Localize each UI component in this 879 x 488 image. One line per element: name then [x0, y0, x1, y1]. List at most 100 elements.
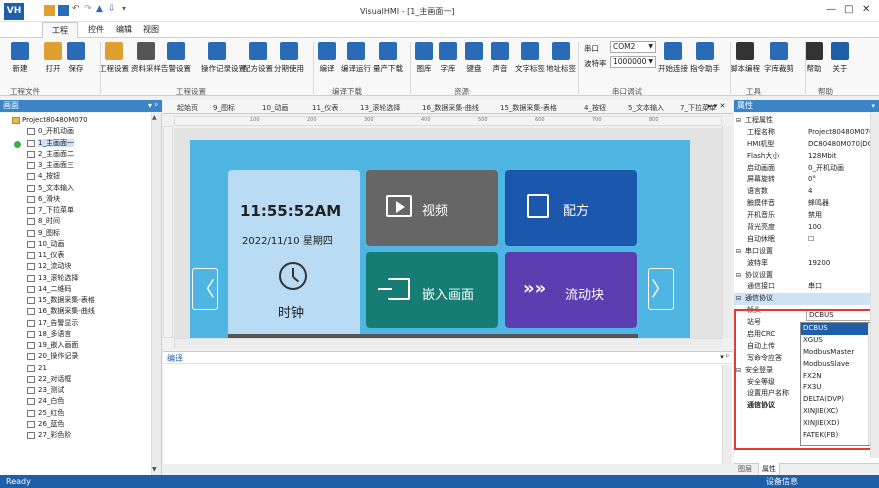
pin-icon[interactable]: ▾ ᵖ — [148, 100, 158, 112]
tree-item[interactable]: 1_主画面一 — [0, 138, 161, 149]
download-quick-icon[interactable]: ⇩ — [108, 4, 116, 14]
flow-block-button[interactable]: »» 流动块 — [505, 252, 637, 328]
compile-quick-icon[interactable]: ▲ — [96, 4, 103, 14]
clock-widget[interactable]: 11:55:52AM 2022/11/10 星期四 时钟 — [228, 170, 360, 338]
prop-row[interactable]: 语言数 4 — [734, 186, 879, 198]
customize-toolbar-icon[interactable]: ▾ — [122, 4, 126, 13]
scroll-down-icon[interactable]: ▼ — [152, 466, 157, 473]
canvas-vscroll[interactable] — [722, 126, 732, 338]
prop-row[interactable]: ⊟ 工程属性 — [734, 115, 879, 127]
tree-item[interactable]: 7_下拉菜单 — [0, 205, 161, 216]
redo-icon[interactable]: ↷ — [84, 4, 92, 14]
recipe-button[interactable]: 配方 — [505, 170, 637, 246]
page-tab[interactable]: 起始页 — [177, 103, 198, 113]
pin-icon[interactable]: ▾ ᵖ — [720, 353, 729, 361]
page-tab[interactable]: 10_动画 — [262, 103, 288, 113]
video-button[interactable]: 视频 — [366, 170, 498, 246]
tree-item[interactable]: 26_蓝色 — [0, 419, 161, 430]
ribbon-button-7[interactable]: 配方设置 — [242, 42, 274, 74]
prop-row[interactable]: 通信接口 串口 — [734, 281, 879, 293]
tree-item[interactable]: 6_滑块 — [0, 194, 161, 205]
tree-item[interactable]: 8_时间 — [0, 216, 161, 227]
tree-item[interactable]: 17_告警显示 — [0, 318, 161, 329]
tree-item[interactable]: 14_二维码 — [0, 284, 161, 295]
tab-layers[interactable]: 图层 — [738, 464, 752, 474]
prop-row[interactable]: 波特率 19200 — [734, 258, 879, 270]
scroll-up-icon[interactable]: ▲ — [152, 114, 157, 121]
undo-icon[interactable]: ↶ — [72, 4, 80, 14]
close-button[interactable]: ✕ — [862, 4, 870, 15]
save-icon[interactable] — [58, 5, 69, 16]
embed-screen-button[interactable]: 嵌入画面 — [366, 252, 498, 328]
tab-controls[interactable]: 控件 — [88, 24, 104, 35]
prop-row[interactable]: 工程名称 Project80480M070 — [734, 127, 879, 139]
tree-item[interactable]: 13_滚轮选择 — [0, 273, 161, 284]
tree-item[interactable]: 3_主画面三 — [0, 160, 161, 171]
ribbon-button-21[interactable]: 字库裁剪 — [763, 42, 795, 74]
ribbon-button-5[interactable]: 告警设置 — [160, 42, 192, 74]
tree-item[interactable]: 15_数据采集-表格 — [0, 295, 161, 306]
tree-item[interactable]: 20_操作记录 — [0, 351, 161, 362]
page-tab[interactable]: 4_按钮 — [584, 103, 606, 113]
tree-item[interactable]: 19_嵌入画面 — [0, 340, 161, 351]
tree-item[interactable]: 24_白色 — [0, 396, 161, 407]
ribbon-button-11[interactable]: 量产下载 — [372, 42, 404, 74]
ribbon-button-0[interactable]: 新建 — [4, 42, 36, 74]
tree-item[interactable]: 23_测试 — [0, 385, 161, 396]
tree-item[interactable]: 12_流动块 — [0, 261, 161, 272]
tree-item[interactable]: 0_开机动画 — [0, 126, 161, 137]
page-tab[interactable]: 9_图标 — [213, 103, 235, 113]
open-icon[interactable] — [44, 5, 55, 16]
prop-row[interactable]: ⊟ 串口设置 — [734, 246, 879, 258]
next-page-button[interactable]: 〉 — [648, 268, 674, 310]
tree-item[interactable]: 2_主画面二 — [0, 149, 161, 160]
prop-row[interactable]: 背光亮度 100 — [734, 222, 879, 234]
maximize-button[interactable]: □ — [844, 4, 853, 15]
compile-scrollbar[interactable] — [722, 365, 732, 464]
minimize-button[interactable]: — — [826, 4, 836, 15]
prop-row[interactable]: HMI机型 DC80480M070|DC8 — [734, 139, 879, 151]
ribbon-button-16[interactable]: 文字标签 — [514, 42, 546, 74]
page-tab[interactable]: 11_仪表 — [312, 103, 338, 113]
port-select[interactable]: COM2 ▼ — [610, 41, 656, 53]
prop-row[interactable]: 开机音乐 禁用 — [734, 210, 879, 222]
page-tab[interactable]: 13_滚轮选择 — [360, 103, 400, 113]
page-tab[interactable]: 5_文本输入 — [628, 103, 664, 113]
ribbon-button-19[interactable]: 指令助手 — [689, 42, 721, 74]
tree-item[interactable]: 21 — [0, 363, 161, 374]
tree-root[interactable]: Project80480M070 — [0, 115, 161, 126]
tree-item[interactable]: 27_彩色阶 — [0, 430, 161, 441]
tree-item[interactable]: 10_动画 — [0, 239, 161, 250]
canvas-hscroll[interactable] — [174, 338, 722, 348]
tree-item[interactable]: 25_红色 — [0, 408, 161, 419]
prop-row[interactable]: Flash大小 128Mbit — [734, 151, 879, 163]
ribbon-button-18[interactable]: 开始连接 — [657, 42, 689, 74]
tree-scrollbar[interactable] — [151, 113, 161, 475]
tab-scroll-icon[interactable]: ▸ ▾ ✕ — [708, 102, 725, 110]
tree-item[interactable]: 4_按钮 — [0, 171, 161, 182]
ribbon-button-20[interactable]: 脚本编程 — [729, 42, 761, 74]
ribbon-button-10[interactable]: 编译运行 — [340, 42, 372, 74]
tree-item[interactable]: 11_仪表 — [0, 250, 161, 261]
tree-item[interactable]: 16_数据采集-曲线 — [0, 306, 161, 317]
ribbon-button-3[interactable]: 工程设置 — [98, 42, 130, 74]
tab-view[interactable]: 视图 — [143, 24, 159, 35]
prop-row[interactable]: 触摸伴音 蜂鸣器 — [734, 198, 879, 210]
ribbon-button-15[interactable]: 声音 — [484, 42, 516, 74]
tree-item[interactable]: 22_对话框 — [0, 374, 161, 385]
tab-edit[interactable]: 编辑 — [116, 24, 132, 35]
tree-item[interactable]: 5_文本输入 — [0, 183, 161, 194]
tree-item[interactable]: 18_多语言 — [0, 329, 161, 340]
prop-row[interactable]: ⊟ 通信协议 — [734, 293, 879, 306]
prop-row[interactable]: ⊟ 协议设置 — [734, 270, 879, 282]
baud-select[interactable]: 1000000 ▼ — [610, 56, 656, 68]
ribbon-button-2[interactable]: 保存 — [60, 42, 92, 74]
prev-page-button[interactable]: 〈 — [192, 268, 218, 310]
ribbon-button-23[interactable]: 关于 — [824, 42, 856, 74]
prop-row[interactable]: 自动休眠 ☐ — [734, 234, 879, 246]
ribbon-button-17[interactable]: 地址标签 — [545, 42, 577, 74]
page-tab[interactable]: 16_数据采集-曲线 — [422, 103, 479, 113]
chevron-down-icon[interactable]: ▾ — [871, 100, 875, 112]
tab-project[interactable]: 工程 — [42, 22, 78, 39]
ribbon-button-8[interactable]: 分期使用 — [273, 42, 305, 74]
